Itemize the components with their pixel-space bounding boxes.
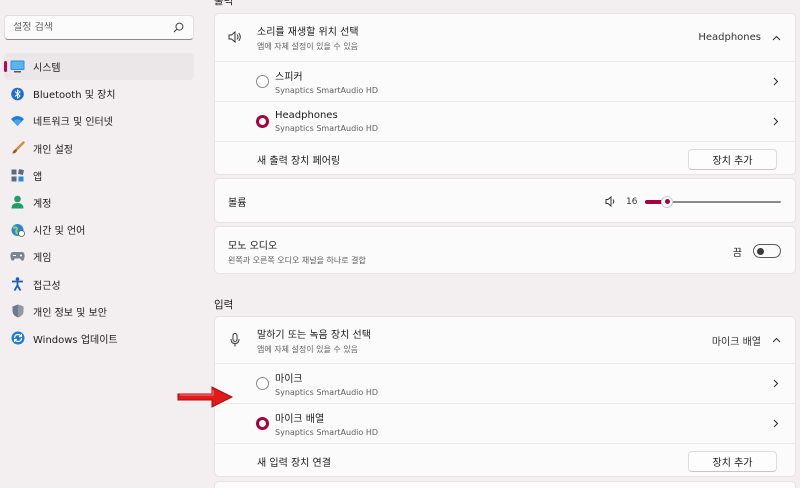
input-select-label: 말하기 또는 녹음 장치 선택 <box>257 329 371 341</box>
mono-audio-sub: 왼쪽과 오른쪽 오디오 채널을 하나로 결합 <box>228 255 366 265</box>
globe-clock-icon <box>10 222 25 237</box>
device-name: 마이크 배열 <box>275 414 325 425</box>
output-select-sub: 앱에 자체 설정이 있을 수 있음 <box>257 42 359 51</box>
input-selected-value: 마이크 배열 <box>711 336 761 348</box>
slider-thumb[interactable] <box>661 195 673 208</box>
sidebar-item-label: Windows 업데이트 <box>33 334 118 346</box>
sidebar-item-windows-update[interactable]: Windows 업데이트 <box>4 325 194 352</box>
output-selected-value: Headphones <box>698 32 761 43</box>
sidebar: 시스템 Bluetooth 및 장치 네트워크 및 인터넷 개인 설정 앱 <box>0 0 200 488</box>
device-name: Headphones <box>275 110 338 121</box>
output-device-headphones[interactable]: Headphones Synaptics SmartAudio HD <box>215 101 795 141</box>
device-driver: Synaptics SmartAudio HD <box>275 388 378 397</box>
add-output-device-button[interactable]: 장치 추가 <box>688 148 777 170</box>
input-device-mic-array[interactable]: 마이크 배열 Synaptics SmartAudio HD <box>215 403 795 443</box>
search-box[interactable] <box>4 15 194 40</box>
output-device-select[interactable]: 소리를 재생할 위치 선택 앱에 자체 설정이 있을 수 있음 Headphon… <box>215 14 795 61</box>
sidebar-item-label: 개인 설정 <box>33 144 73 156</box>
sidebar-item-label: 앱 <box>33 171 43 183</box>
accessibility-icon <box>10 277 25 292</box>
input-device-select[interactable]: 말하기 또는 녹음 장치 선택 앱에 자체 설정이 있을 수 있음 마이크 배열 <box>215 317 795 363</box>
device-driver: Synaptics SmartAudio HD <box>275 124 378 133</box>
volume-speaker-icon[interactable] <box>605 196 616 207</box>
headphones-radio[interactable] <box>256 115 269 128</box>
sidebar-item-label: 게임 <box>33 253 52 265</box>
chevron-right-icon[interactable] <box>771 117 781 127</box>
speaker-radio[interactable] <box>256 75 269 88</box>
output-pair-row: 새 출력 장치 페어링 장치 추가 <box>215 141 795 174</box>
system-monitor-icon <box>10 59 25 74</box>
output-section-title: 출력 <box>214 0 234 7</box>
chevron-up-icon[interactable] <box>771 33 781 43</box>
volume-value: 16 <box>626 196 638 207</box>
volume-label: 볼륨 <box>228 198 247 209</box>
volume-slider[interactable] <box>645 195 781 208</box>
red-arrow-annotation-icon <box>177 386 234 408</box>
account-icon <box>10 195 25 210</box>
volume-card: 볼륨 16 <box>214 178 796 223</box>
input-select-sub: 앱에 자체 설정이 있을 수 있음 <box>257 344 359 354</box>
sidebar-item-accounts[interactable]: 계정 <box>4 189 194 216</box>
mono-audio-label: 모노 오디오 <box>228 240 278 252</box>
pair-label: 새 출력 장치 페어링 <box>257 155 341 167</box>
wifi-icon <box>10 113 25 128</box>
sidebar-item-label: 계정 <box>33 198 52 210</box>
search-input[interactable] <box>13 22 171 33</box>
device-name: 스피커 <box>275 72 303 83</box>
sidebar-item-label: 접근성 <box>33 280 61 292</box>
sidebar-item-label: 개인 정보 및 보안 <box>33 307 107 319</box>
gamepad-icon <box>10 249 25 264</box>
input-device-microphone[interactable]: 마이크 Synaptics SmartAudio HD <box>215 363 795 403</box>
search-icon[interactable] <box>171 21 185 35</box>
connect-label: 새 입력 장치 연결 <box>257 457 331 469</box>
add-input-device-button[interactable]: 장치 추가 <box>688 450 777 472</box>
sidebar-item-personalization[interactable]: 개인 설정 <box>4 135 194 162</box>
sidebar-item-bluetooth[interactable]: Bluetooth 및 장치 <box>4 80 194 107</box>
chevron-up-icon[interactable] <box>771 335 781 345</box>
device-name: 마이크 <box>275 374 303 385</box>
chevron-right-icon[interactable] <box>771 419 781 429</box>
input-connect-row: 새 입력 장치 연결 장치 추가 <box>215 443 795 476</box>
input-card: 말하기 또는 녹음 장치 선택 앱에 자체 설정이 있을 수 있음 마이크 배열… <box>214 316 796 477</box>
mono-audio-toggle[interactable] <box>753 244 781 258</box>
speaker-icon <box>228 30 242 46</box>
next-card <box>214 481 796 488</box>
mic-array-radio[interactable] <box>256 417 269 430</box>
bluetooth-icon <box>10 86 25 101</box>
microphone-radio[interactable] <box>256 377 269 390</box>
volume-row: 볼륨 16 <box>215 179 795 222</box>
device-driver: Synaptics SmartAudio HD <box>275 86 378 95</box>
sidebar-nav: 시스템 Bluetooth 및 장치 네트워크 및 인터넷 개인 설정 앱 계정… <box>4 53 194 352</box>
chevron-right-icon[interactable] <box>771 379 781 389</box>
sidebar-item-network[interactable]: 네트워크 및 인터넷 <box>4 107 194 134</box>
sidebar-item-label: Bluetooth 및 장치 <box>33 90 116 102</box>
microphone-icon <box>230 333 240 350</box>
mono-audio-card: 모노 오디오 왼쪽과 오른쪽 오디오 채널을 하나로 결합 끔 <box>214 226 796 274</box>
sidebar-item-system[interactable]: 시스템 <box>4 53 194 80</box>
output-select-label: 소리를 재생할 위치 선택 <box>257 27 359 38</box>
update-icon <box>10 331 25 346</box>
paintbrush-icon <box>10 141 25 156</box>
input-section-title: 입력 <box>214 299 234 311</box>
chevron-right-icon[interactable] <box>771 77 781 87</box>
mono-audio-row: 모노 오디오 왼쪽과 오른쪽 오디오 채널을 하나로 결합 끔 <box>215 227 795 273</box>
sidebar-item-label: 네트워크 및 인터넷 <box>33 117 113 129</box>
output-card: 소리를 재생할 위치 선택 앱에 자체 설정이 있을 수 있음 Headphon… <box>214 13 796 175</box>
apps-icon <box>10 168 25 183</box>
sidebar-item-label: 시스템 <box>33 63 61 74</box>
sidebar-item-label: 시간 및 언어 <box>33 226 86 238</box>
device-driver: Synaptics SmartAudio HD <box>275 428 378 437</box>
sidebar-item-gaming[interactable]: 게임 <box>4 243 194 270</box>
mono-audio-state: 끔 <box>732 247 742 259</box>
sidebar-item-privacy-security[interactable]: 개인 정보 및 보안 <box>4 298 194 325</box>
sidebar-item-apps[interactable]: 앱 <box>4 162 194 189</box>
sidebar-item-accessibility[interactable]: 접근성 <box>4 271 194 298</box>
shield-icon <box>10 304 25 319</box>
output-device-speaker[interactable]: 스피커 Synaptics SmartAudio HD <box>215 61 795 101</box>
sidebar-item-time-language[interactable]: 시간 및 언어 <box>4 216 194 243</box>
